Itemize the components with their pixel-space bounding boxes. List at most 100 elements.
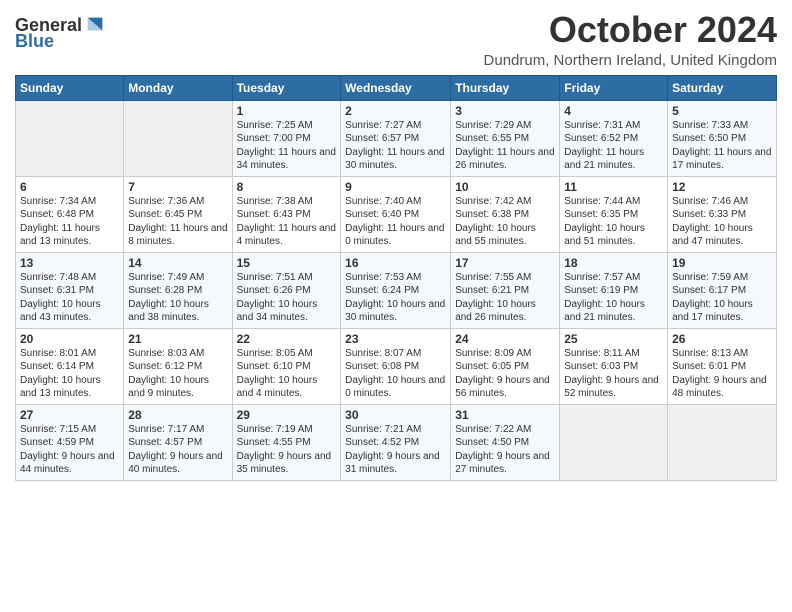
day-header-wednesday: Wednesday xyxy=(341,75,451,100)
day-number: 24 xyxy=(455,332,555,346)
day-number: 26 xyxy=(672,332,772,346)
day-info: Sunrise: 7:57 AM Sunset: 6:19 PM Dayligh… xyxy=(564,271,663,325)
day-info: Sunrise: 8:11 AM Sunset: 6:03 PM Dayligh… xyxy=(564,347,663,401)
calendar-cell: 10Sunrise: 7:42 AM Sunset: 6:38 PM Dayli… xyxy=(451,176,560,252)
day-info: Sunrise: 7:36 AM Sunset: 6:45 PM Dayligh… xyxy=(128,195,227,249)
day-number: 14 xyxy=(128,256,227,270)
calendar-cell xyxy=(560,404,668,480)
day-info: Sunrise: 7:49 AM Sunset: 6:28 PM Dayligh… xyxy=(128,271,227,325)
day-number: 18 xyxy=(564,256,663,270)
day-number: 5 xyxy=(672,104,772,118)
day-header-saturday: Saturday xyxy=(668,75,777,100)
calendar-cell: 24Sunrise: 8:09 AM Sunset: 6:05 PM Dayli… xyxy=(451,328,560,404)
calendar-cell xyxy=(16,100,124,176)
day-number: 16 xyxy=(345,256,446,270)
calendar-cell: 13Sunrise: 7:48 AM Sunset: 6:31 PM Dayli… xyxy=(16,252,124,328)
day-number: 4 xyxy=(564,104,663,118)
calendar-cell: 23Sunrise: 8:07 AM Sunset: 6:08 PM Dayli… xyxy=(341,328,451,404)
week-row-2: 6Sunrise: 7:34 AM Sunset: 6:48 PM Daylig… xyxy=(16,176,777,252)
day-info: Sunrise: 7:51 AM Sunset: 6:26 PM Dayligh… xyxy=(237,271,337,325)
week-row-1: 1Sunrise: 7:25 AM Sunset: 7:00 PM Daylig… xyxy=(16,100,777,176)
calendar-cell: 1Sunrise: 7:25 AM Sunset: 7:00 PM Daylig… xyxy=(232,100,341,176)
calendar-cell: 4Sunrise: 7:31 AM Sunset: 6:52 PM Daylig… xyxy=(560,100,668,176)
day-number: 15 xyxy=(237,256,337,270)
day-info: Sunrise: 7:22 AM Sunset: 4:50 PM Dayligh… xyxy=(455,423,555,477)
location-title: Dundrum, Northern Ireland, United Kingdo… xyxy=(484,52,777,69)
week-row-5: 27Sunrise: 7:15 AM Sunset: 4:59 PM Dayli… xyxy=(16,404,777,480)
day-number: 21 xyxy=(128,332,227,346)
day-number: 13 xyxy=(20,256,119,270)
calendar-cell: 3Sunrise: 7:29 AM Sunset: 6:55 PM Daylig… xyxy=(451,100,560,176)
calendar-cell: 6Sunrise: 7:34 AM Sunset: 6:48 PM Daylig… xyxy=(16,176,124,252)
day-number: 1 xyxy=(237,104,337,118)
day-info: Sunrise: 7:40 AM Sunset: 6:40 PM Dayligh… xyxy=(345,195,446,249)
day-number: 10 xyxy=(455,180,555,194)
day-info: Sunrise: 7:29 AM Sunset: 6:55 PM Dayligh… xyxy=(455,119,555,173)
calendar-cell: 15Sunrise: 7:51 AM Sunset: 6:26 PM Dayli… xyxy=(232,252,341,328)
calendar-cell: 28Sunrise: 7:17 AM Sunset: 4:57 PM Dayli… xyxy=(124,404,232,480)
day-number: 7 xyxy=(128,180,227,194)
day-info: Sunrise: 7:21 AM Sunset: 4:52 PM Dayligh… xyxy=(345,423,446,477)
calendar-cell: 5Sunrise: 7:33 AM Sunset: 6:50 PM Daylig… xyxy=(668,100,777,176)
logo: General Blue xyxy=(15,14,106,50)
day-info: Sunrise: 7:53 AM Sunset: 6:24 PM Dayligh… xyxy=(345,271,446,325)
day-number: 6 xyxy=(20,180,119,194)
day-info: Sunrise: 8:07 AM Sunset: 6:08 PM Dayligh… xyxy=(345,347,446,401)
calendar-cell: 9Sunrise: 7:40 AM Sunset: 6:40 PM Daylig… xyxy=(341,176,451,252)
title-block: October 2024 Dundrum, Northern Ireland, … xyxy=(484,10,777,69)
calendar-cell: 11Sunrise: 7:44 AM Sunset: 6:35 PM Dayli… xyxy=(560,176,668,252)
day-info: Sunrise: 7:48 AM Sunset: 6:31 PM Dayligh… xyxy=(20,271,119,325)
day-header-sunday: Sunday xyxy=(16,75,124,100)
day-info: Sunrise: 8:13 AM Sunset: 6:01 PM Dayligh… xyxy=(672,347,772,401)
day-number: 12 xyxy=(672,180,772,194)
day-number: 9 xyxy=(345,180,446,194)
calendar-cell: 21Sunrise: 8:03 AM Sunset: 6:12 PM Dayli… xyxy=(124,328,232,404)
day-header-thursday: Thursday xyxy=(451,75,560,100)
calendar-cell xyxy=(124,100,232,176)
day-header-friday: Friday xyxy=(560,75,668,100)
calendar-cell: 29Sunrise: 7:19 AM Sunset: 4:55 PM Dayli… xyxy=(232,404,341,480)
day-info: Sunrise: 7:38 AM Sunset: 6:43 PM Dayligh… xyxy=(237,195,337,249)
logo-icon xyxy=(84,14,106,36)
day-number: 20 xyxy=(20,332,119,346)
day-number: 19 xyxy=(672,256,772,270)
day-number: 17 xyxy=(455,256,555,270)
day-number: 31 xyxy=(455,408,555,422)
calendar-cell: 20Sunrise: 8:01 AM Sunset: 6:14 PM Dayli… xyxy=(16,328,124,404)
day-info: Sunrise: 7:46 AM Sunset: 6:33 PM Dayligh… xyxy=(672,195,772,249)
header: General Blue October 2024 Dundrum, North… xyxy=(15,10,777,69)
day-info: Sunrise: 7:42 AM Sunset: 6:38 PM Dayligh… xyxy=(455,195,555,249)
day-number: 25 xyxy=(564,332,663,346)
calendar-table: SundayMondayTuesdayWednesdayThursdayFrid… xyxy=(15,75,777,481)
day-info: Sunrise: 8:03 AM Sunset: 6:12 PM Dayligh… xyxy=(128,347,227,401)
day-number: 28 xyxy=(128,408,227,422)
calendar-cell: 2Sunrise: 7:27 AM Sunset: 6:57 PM Daylig… xyxy=(341,100,451,176)
day-number: 3 xyxy=(455,104,555,118)
day-info: Sunrise: 7:34 AM Sunset: 6:48 PM Dayligh… xyxy=(20,195,119,249)
calendar-cell: 19Sunrise: 7:59 AM Sunset: 6:17 PM Dayli… xyxy=(668,252,777,328)
calendar-cell xyxy=(668,404,777,480)
calendar-cell: 30Sunrise: 7:21 AM Sunset: 4:52 PM Dayli… xyxy=(341,404,451,480)
day-info: Sunrise: 7:27 AM Sunset: 6:57 PM Dayligh… xyxy=(345,119,446,173)
day-header-monday: Monday xyxy=(124,75,232,100)
calendar-cell: 25Sunrise: 8:11 AM Sunset: 6:03 PM Dayli… xyxy=(560,328,668,404)
week-row-3: 13Sunrise: 7:48 AM Sunset: 6:31 PM Dayli… xyxy=(16,252,777,328)
calendar-cell: 26Sunrise: 8:13 AM Sunset: 6:01 PM Dayli… xyxy=(668,328,777,404)
day-info: Sunrise: 8:09 AM Sunset: 6:05 PM Dayligh… xyxy=(455,347,555,401)
day-info: Sunrise: 7:55 AM Sunset: 6:21 PM Dayligh… xyxy=(455,271,555,325)
day-info: Sunrise: 7:19 AM Sunset: 4:55 PM Dayligh… xyxy=(237,423,337,477)
day-info: Sunrise: 7:44 AM Sunset: 6:35 PM Dayligh… xyxy=(564,195,663,249)
calendar-cell: 22Sunrise: 8:05 AM Sunset: 6:10 PM Dayli… xyxy=(232,328,341,404)
logo-blue: Blue xyxy=(15,32,54,50)
day-number: 27 xyxy=(20,408,119,422)
day-info: Sunrise: 7:33 AM Sunset: 6:50 PM Dayligh… xyxy=(672,119,772,173)
day-number: 29 xyxy=(237,408,337,422)
header-row: SundayMondayTuesdayWednesdayThursdayFrid… xyxy=(16,75,777,100)
calendar-cell: 16Sunrise: 7:53 AM Sunset: 6:24 PM Dayli… xyxy=(341,252,451,328)
calendar-cell: 27Sunrise: 7:15 AM Sunset: 4:59 PM Dayli… xyxy=(16,404,124,480)
day-info: Sunrise: 7:25 AM Sunset: 7:00 PM Dayligh… xyxy=(237,119,337,173)
day-number: 23 xyxy=(345,332,446,346)
week-row-4: 20Sunrise: 8:01 AM Sunset: 6:14 PM Dayli… xyxy=(16,328,777,404)
calendar-cell: 8Sunrise: 7:38 AM Sunset: 6:43 PM Daylig… xyxy=(232,176,341,252)
calendar-cell: 7Sunrise: 7:36 AM Sunset: 6:45 PM Daylig… xyxy=(124,176,232,252)
